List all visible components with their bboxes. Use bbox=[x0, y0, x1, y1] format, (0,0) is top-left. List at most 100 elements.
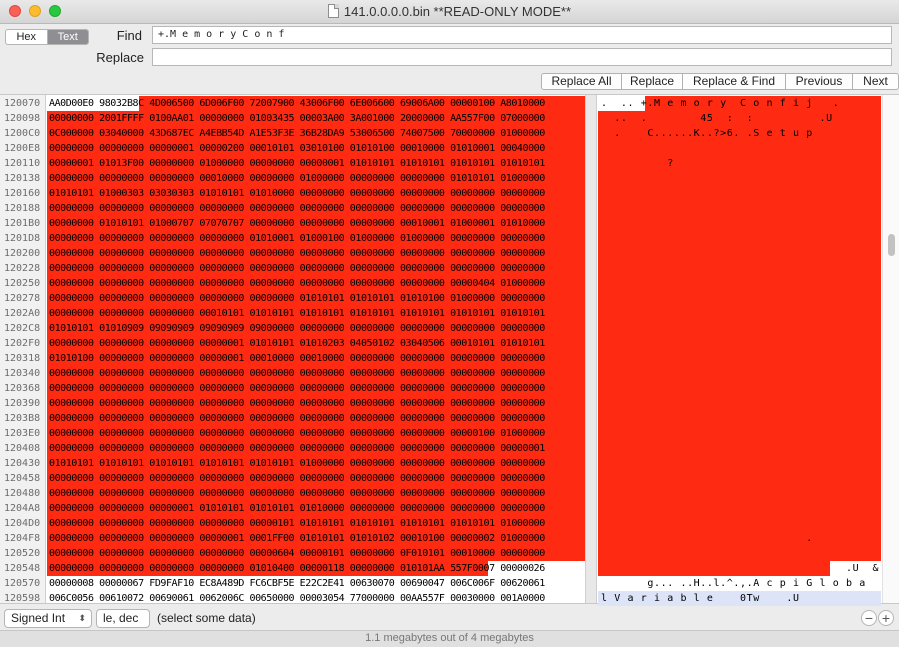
selection-highlight bbox=[598, 246, 881, 261]
hex-row[interactable]: 00000000 00000000 00000000 00000000 0000… bbox=[49, 366, 545, 381]
hex-row[interactable]: 00000000 00000000 00000001 01010101 0101… bbox=[49, 501, 545, 516]
status-footer: 1.1 megabytes out of 4 megabytes bbox=[0, 630, 899, 647]
row-address: 120520 bbox=[4, 548, 41, 559]
hex-row[interactable]: 00000000 00000000 00000000 00010000 0000… bbox=[49, 171, 545, 186]
hex-row[interactable]: 01010100 00000000 00000000 00000001 0001… bbox=[49, 351, 545, 366]
next-button[interactable]: Next bbox=[853, 74, 898, 89]
row-address: 120110 bbox=[4, 158, 41, 169]
selection-highlight bbox=[598, 306, 881, 321]
hex-row[interactable]: 00000000 00000000 00000000 00000001 0101… bbox=[49, 336, 545, 351]
selection-highlight bbox=[598, 471, 881, 486]
replace-field[interactable] bbox=[152, 48, 892, 66]
hex-view[interactable]: 120070 120098 1200C0 1200E8 120110 120138 1201… bbox=[0, 94, 899, 606]
selection-highlight bbox=[598, 456, 881, 471]
row-address: 1203B8 bbox=[4, 413, 41, 424]
row-address: 120570 bbox=[4, 578, 41, 589]
replace-and-find-button[interactable]: Replace & Find bbox=[683, 74, 786, 89]
hex-row[interactable]: 00000000 00000000 00000000 00000000 0000… bbox=[49, 426, 545, 441]
text-row[interactable]: .. . 45 : : .U bbox=[601, 111, 833, 126]
hex-row[interactable]: 01010101 01010909 09090909 09090909 0900… bbox=[49, 321, 545, 336]
selection-highlight bbox=[598, 516, 881, 531]
text-row[interactable]: . .. +.M e m o r y C o n f i j . bbox=[601, 96, 839, 111]
hex-row[interactable]: 00000000 00000000 00000000 00000001 0001… bbox=[49, 531, 545, 546]
replace-button[interactable]: Replace bbox=[622, 74, 683, 89]
hex-row[interactable]: 00000000 00000000 00000000 00000000 0000… bbox=[49, 516, 545, 531]
text-row[interactable]: l V a r i a b l e 0Tw .U bbox=[601, 591, 800, 606]
hex-row[interactable]: 00000000 00000000 00000000 00000000 0000… bbox=[49, 276, 545, 291]
selection-highlight bbox=[598, 186, 881, 201]
text-row[interactable]: . C......K..?>6. .S e t u p bbox=[601, 126, 813, 141]
text-row[interactable]: . bbox=[601, 531, 813, 546]
previous-button[interactable]: Previous bbox=[786, 74, 853, 89]
endian-popup[interactable]: le, dec bbox=[96, 609, 150, 628]
find-field[interactable]: +.M e m o r y C o n f bbox=[152, 26, 892, 44]
selection-highlight bbox=[598, 141, 881, 156]
window-title: 141.0.0.0.0.bin **READ-ONLY MODE** bbox=[343, 4, 572, 19]
hex-row[interactable]: AA0D00E0 98032B8C 4D006500 6D006F00 7200… bbox=[49, 96, 545, 111]
text-row[interactable]: ? bbox=[601, 156, 674, 171]
text-column[interactable]: . .. +.M e m o r y C o n f i j . .. . 45… bbox=[598, 95, 881, 606]
hex-row[interactable]: 00000000 00000000 00000000 00000000 0000… bbox=[49, 246, 545, 261]
hex-row[interactable]: 0C000000 03040000 43D687EC A4EBB54D A1E5… bbox=[49, 126, 545, 141]
hex-row[interactable]: 00000000 2001FFFF 0100AA01 00000000 0100… bbox=[49, 111, 545, 126]
hex-row[interactable]: 00000000 00000000 00000000 00000000 0000… bbox=[49, 261, 545, 276]
hex-row[interactable]: 00000000 00000000 00000000 00000000 0000… bbox=[49, 381, 545, 396]
hex-row[interactable]: 00000000 00000000 00000000 00000000 0101… bbox=[49, 561, 545, 576]
row-address: 120160 bbox=[4, 188, 41, 199]
window-title-group: 141.0.0.0.0.bin **READ-ONLY MODE** bbox=[0, 4, 899, 19]
mode-text-button[interactable]: Text bbox=[47, 30, 88, 44]
row-address: 1200E8 bbox=[4, 143, 41, 154]
find-replace-buttons: Replace All Replace Replace & Find Previ… bbox=[541, 73, 899, 90]
replace-all-button[interactable]: Replace All bbox=[542, 74, 622, 89]
hex-row[interactable]: 00000000 00000000 00000000 00000000 0000… bbox=[49, 546, 545, 561]
row-address: 1201B0 bbox=[4, 218, 41, 229]
row-address: 1203E0 bbox=[4, 428, 41, 439]
mode-segmented-control: Hex Text bbox=[5, 29, 89, 45]
row-address: 1202C8 bbox=[4, 323, 41, 334]
hex-row[interactable]: 00000000 00000000 00000000 00000000 0101… bbox=[49, 231, 545, 246]
mode-hex-button[interactable]: Hex bbox=[6, 30, 48, 44]
row-address: 120340 bbox=[4, 368, 41, 379]
selection-highlight bbox=[598, 441, 881, 456]
add-inspector-button[interactable]: + bbox=[878, 610, 894, 626]
selection-highlight bbox=[598, 366, 881, 381]
selection-highlight bbox=[598, 546, 881, 561]
row-address: 1204F8 bbox=[4, 533, 41, 544]
hex-row[interactable]: 00000000 00000000 00000000 00000000 0000… bbox=[49, 396, 545, 411]
hex-row[interactable]: 00000000 00000000 00000000 00000000 0000… bbox=[49, 486, 545, 501]
hex-row[interactable]: 006C0056 00610072 00690061 0062006C 0065… bbox=[49, 591, 545, 606]
hex-column[interactable]: AA0D00E0 98032B8C 4D006500 6D006F00 7200… bbox=[47, 95, 585, 606]
data-type-popup[interactable]: Signed Int ⬍ bbox=[4, 609, 92, 628]
title-bar: 141.0.0.0.0.bin **READ-ONLY MODE** bbox=[0, 0, 899, 24]
selection-highlight bbox=[598, 411, 881, 426]
hex-row[interactable]: 00000000 00000000 00000000 00000000 0000… bbox=[49, 411, 545, 426]
hex-row[interactable]: 00000000 00000000 00000000 00000000 0000… bbox=[49, 201, 545, 216]
selection-highlight bbox=[598, 396, 881, 411]
hex-row[interactable]: 01010101 01000303 03030303 01010101 0101… bbox=[49, 186, 545, 201]
selection-highlight bbox=[598, 231, 881, 246]
hex-row[interactable]: 01010101 01010101 01010101 01010101 0101… bbox=[49, 456, 545, 471]
hex-fiend-window: 141.0.0.0.0.bin **READ-ONLY MODE** Hex T… bbox=[0, 0, 899, 647]
hex-row[interactable]: 00000000 00000000 00000000 00010101 0101… bbox=[49, 306, 545, 321]
scrollbar-thumb[interactable] bbox=[888, 234, 895, 256]
text-row[interactable]: .U & bbox=[601, 561, 879, 576]
hex-row[interactable]: 00000000 01010101 01000707 07070707 0000… bbox=[49, 216, 545, 231]
hex-row[interactable]: 00000001 01013F00 00000000 01000000 0000… bbox=[49, 156, 545, 171]
text-row[interactable]: g... ..H..l.^.,.A c p i G l o b a bbox=[601, 576, 866, 591]
column-divider[interactable] bbox=[585, 95, 597, 603]
vertical-scrollbar[interactable] bbox=[882, 95, 899, 603]
remove-inspector-button[interactable]: − bbox=[861, 610, 877, 626]
selection-highlight bbox=[598, 321, 881, 336]
hex-row[interactable]: 00000000 00000000 00000000 00000000 0000… bbox=[49, 471, 545, 486]
selection-highlight bbox=[598, 336, 881, 351]
hex-row[interactable]: 00000000 00000000 00000001 00000200 0001… bbox=[49, 141, 545, 156]
row-address: 120458 bbox=[4, 473, 41, 484]
hex-row[interactable]: 00000000 00000000 00000000 00000000 0000… bbox=[49, 441, 545, 456]
row-address: 120480 bbox=[4, 488, 41, 499]
hex-row[interactable]: 00000008 00000067 FD9FAF10 EC8A489D FC6C… bbox=[49, 576, 545, 591]
row-address: 120278 bbox=[4, 293, 41, 304]
row-address: 120188 bbox=[4, 203, 41, 214]
chevron-updown-icon: ⬍ bbox=[78, 613, 86, 623]
document-icon bbox=[327, 4, 339, 18]
hex-row[interactable]: 00000000 00000000 00000000 00000000 0000… bbox=[49, 291, 545, 306]
